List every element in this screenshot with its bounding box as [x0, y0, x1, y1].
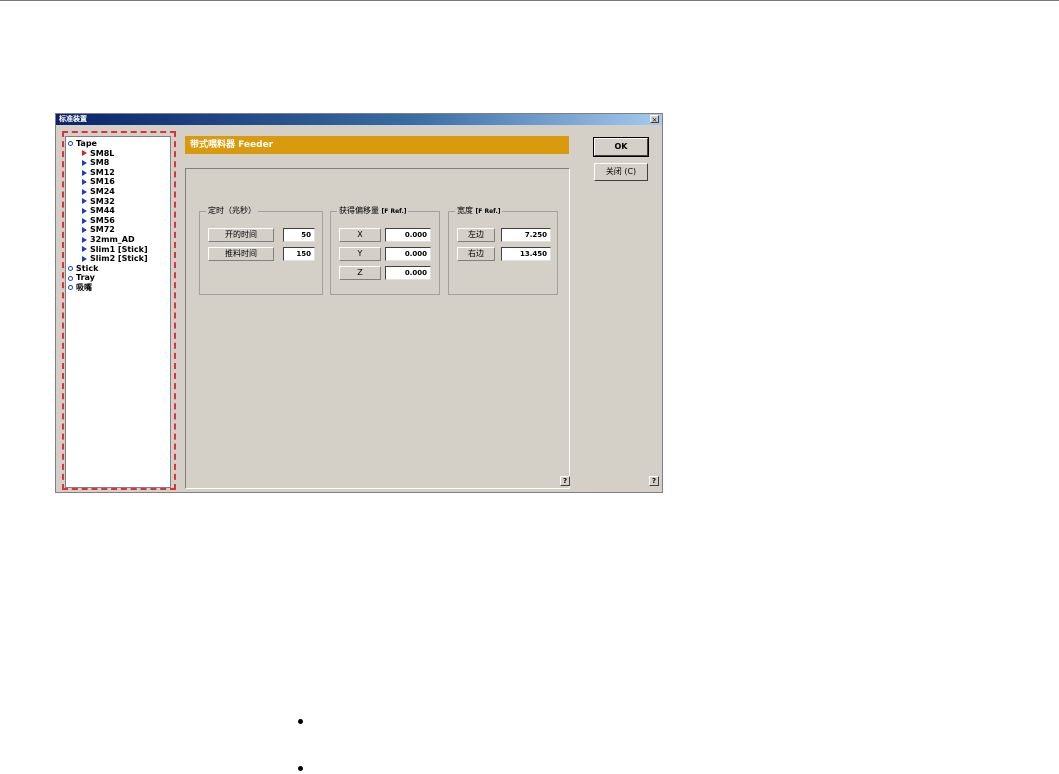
triangle-right-icon — [82, 246, 87, 253]
tree-node-label: SM12 — [90, 167, 115, 177]
triangle-right-icon — [82, 188, 87, 195]
triangle-right-icon — [82, 198, 87, 205]
circle-bullet-icon — [68, 275, 73, 281]
tree-node-label: Tray — [76, 273, 95, 283]
push-time-label: 推料时间 — [208, 247, 274, 261]
triangle-right-icon — [82, 255, 87, 262]
right-label: 右边 — [457, 247, 495, 261]
feeder-dialog: 标准装置 × Tape SM8L SM8 SM12 SM16 SM24 SM32 SM44 SM… — [55, 113, 663, 493]
tree-node-child[interactable]: Slim2 [Stick] — [68, 254, 148, 264]
triangle-right-icon — [82, 159, 87, 166]
tree-node-category[interactable]: Tray — [68, 273, 148, 283]
tree-node-child[interactable]: SM24 — [68, 187, 148, 197]
timing-group: 定时（兆秒） 开的时间 50 推料时间 150 — [199, 205, 323, 295]
timing-group-title: 定时（兆秒） — [206, 205, 258, 217]
tree-node-label: Slim1 [Stick] — [90, 244, 148, 254]
close-window-button[interactable]: × — [650, 115, 659, 124]
tree-node-child[interactable]: Slim1 [Stick] — [68, 245, 148, 255]
window-title: 标准装置 — [59, 115, 87, 123]
triangle-right-icon — [82, 217, 87, 224]
tree-node-label: 吸嘴 — [76, 282, 92, 292]
x-label: X — [339, 228, 381, 242]
top-rule — [0, 0, 1059, 1]
tree-node-child[interactable]: SM16 — [68, 177, 148, 187]
width-ref-text: [F Ref.] — [475, 208, 501, 215]
tree-node-child[interactable]: SM8L — [68, 149, 148, 159]
titlebar: 标准装置 × — [56, 114, 662, 125]
tree-node-label: SM32 — [90, 196, 115, 206]
tree-node-label: SM44 — [90, 206, 115, 216]
circle-bullet-icon — [68, 266, 73, 272]
width-title-text: 宽度 — [457, 206, 473, 215]
circle-bullet-icon — [68, 285, 73, 291]
triangle-right-icon — [82, 179, 87, 186]
tree-node-child[interactable]: SM8 — [68, 158, 148, 168]
tree-node-label: Stick — [76, 263, 99, 273]
close-button[interactable]: 关闭 (C) — [594, 163, 648, 181]
left-label: 左边 — [457, 228, 495, 242]
tree-node-category[interactable]: 吸嘴 — [68, 283, 148, 293]
tree-node-label: SM72 — [90, 225, 115, 235]
tree-node-child[interactable]: SM44 — [68, 206, 148, 216]
y-offset-input[interactable]: 0.000 — [385, 247, 431, 261]
right-width-input[interactable]: 13.450 — [501, 247, 551, 261]
tree-node-label: Tape — [76, 139, 97, 148]
offset-group: 获得偏移量 [F Ref.] X 0.000 Y 0.000 Z 0.000 — [330, 205, 440, 295]
dialog-help-button[interactable]: ? — [649, 476, 659, 486]
tree-node-child[interactable]: SM32 — [68, 197, 148, 207]
tree-node-child[interactable]: SM72 — [68, 225, 148, 235]
offset-group-title: 获得偏移量 [F Ref.] — [337, 205, 409, 218]
tree-node-child[interactable]: SM12 — [68, 168, 148, 178]
ok-button[interactable]: OK — [593, 137, 649, 157]
left-width-input[interactable]: 7.250 — [501, 228, 551, 242]
tree-node-label: SM24 — [90, 186, 115, 196]
triangle-right-icon — [82, 150, 87, 157]
tree-node-label: SM16 — [90, 177, 115, 187]
open-time-input[interactable]: 50 — [283, 228, 315, 242]
tree-node-label: SM56 — [90, 215, 115, 225]
panel-help-button[interactable]: ? — [560, 476, 570, 486]
open-time-label: 开的时间 — [208, 228, 274, 242]
triangle-right-icon — [82, 169, 87, 176]
tree-node-label: Slim2 [Stick] — [90, 254, 148, 264]
triangle-right-icon — [82, 236, 87, 243]
circle-bullet-icon — [68, 141, 73, 147]
width-group-title: 宽度 [F Ref.] — [455, 205, 503, 218]
section-title: 带式喂料器 Feeder — [190, 140, 274, 150]
settings-panel: 定时（兆秒） 开的时间 50 推料时间 150 获得偏移量 [F Ref.] X… — [185, 168, 570, 489]
z-offset-input[interactable]: 0.000 — [385, 266, 431, 280]
tree-node-category[interactable]: Stick — [68, 264, 148, 274]
push-time-input[interactable]: 150 — [283, 247, 315, 261]
tree-node-label: SM8 — [90, 158, 110, 168]
tree-list: Tape SM8L SM8 SM12 SM16 SM24 SM32 SM44 SM56 SM72 3… — [68, 139, 148, 293]
bullet-point — [298, 766, 303, 771]
width-group: 宽度 [F Ref.] 左边 7.250 右边 13.450 — [448, 205, 558, 295]
tree-node-child[interactable]: 32mm_AD — [68, 235, 148, 245]
bullet-point — [298, 719, 303, 724]
section-header: 带式喂料器 Feeder — [185, 136, 569, 154]
tree-node-label: 32mm_AD — [90, 234, 135, 244]
y-label: Y — [339, 247, 381, 261]
feeder-tree[interactable]: Tape SM8L SM8 SM12 SM16 SM24 SM32 SM44 SM56 SM72 3… — [65, 136, 171, 488]
triangle-right-icon — [82, 207, 87, 214]
x-offset-input[interactable]: 0.000 — [385, 228, 431, 242]
tree-node-label: SM8L — [90, 148, 115, 158]
z-label: Z — [339, 266, 381, 280]
triangle-right-icon — [82, 227, 87, 234]
tree-node-category[interactable]: Tape — [68, 139, 148, 149]
offset-title-text: 获得偏移量 — [339, 206, 379, 215]
offset-ref-text: [F Ref.] — [381, 208, 407, 215]
tree-node-child[interactable]: SM56 — [68, 216, 148, 226]
